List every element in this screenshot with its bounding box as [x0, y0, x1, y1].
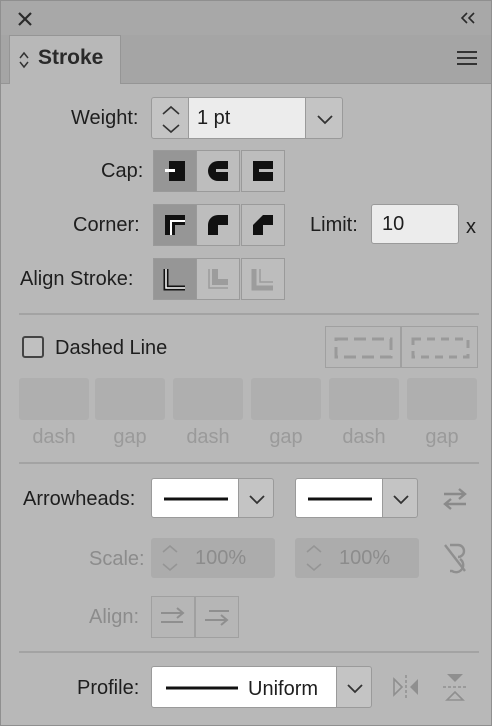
- unlink-scale-icon[interactable]: [441, 541, 469, 575]
- stepper-arrows-icon: [162, 105, 180, 134]
- dash-1-input[interactable]: [19, 378, 89, 420]
- divider: [19, 313, 479, 315]
- bevel-join-icon: [253, 215, 273, 235]
- arrow-extend-icon: [161, 607, 185, 623]
- limit-suffix: x: [466, 216, 476, 238]
- preserve-dash-icon: [334, 337, 393, 359]
- weight-input[interactable]: 1 pt: [188, 97, 306, 139]
- chevron-down-icon: [347, 684, 363, 694]
- projecting-cap-button[interactable]: [241, 150, 285, 192]
- limit-label: Limit:: [310, 214, 358, 236]
- preserve-dash-button[interactable]: [325, 326, 401, 368]
- bevel-join-button[interactable]: [241, 204, 285, 246]
- flip-across-icon[interactable]: [441, 671, 469, 703]
- projecting-cap-icon: [253, 161, 273, 181]
- round-join-icon: [208, 215, 228, 235]
- profile-select[interactable]: Uniform: [151, 666, 337, 708]
- start-arrowhead-dropdown[interactable]: [238, 478, 274, 518]
- dash-1-label: dash: [32, 426, 76, 448]
- limit-input[interactable]: 10: [371, 204, 459, 244]
- line-preview-icon: [164, 497, 228, 501]
- tab-stroke[interactable]: Stroke: [9, 35, 121, 84]
- align-stroke-outside-icon: [251, 269, 273, 291]
- chevron-down-icon: [249, 495, 265, 505]
- start-arrowhead-select[interactable]: [151, 478, 239, 518]
- panel-title-bar: [1, 1, 491, 35]
- weight-value: 1 pt: [197, 107, 231, 129]
- miter-join-button[interactable]: [153, 204, 197, 246]
- divider: [19, 651, 479, 653]
- close-icon[interactable]: [15, 9, 35, 29]
- arrow-place-icon: [205, 610, 229, 626]
- dash-2-label: dash: [186, 426, 230, 448]
- align-dash-button[interactable]: [401, 326, 478, 368]
- align-stroke-inside-icon: [208, 269, 228, 289]
- swap-arrowheads-icon[interactable]: [441, 486, 469, 512]
- expand-collapse-icon: [19, 51, 29, 69]
- gap-1-label: gap: [113, 426, 147, 448]
- scale-label: Scale:: [89, 548, 145, 570]
- butt-cap-icon: [165, 161, 185, 181]
- line-preview-icon: [308, 497, 372, 501]
- end-arrowhead-dropdown[interactable]: [382, 478, 418, 518]
- dash-2-input[interactable]: [173, 378, 243, 420]
- dashed-line-label: Dashed Line: [55, 337, 168, 359]
- divider: [19, 462, 479, 464]
- align-stroke-center-icon: [163, 269, 185, 291]
- butt-cap-button[interactable]: [153, 150, 197, 192]
- weight-label: Weight:: [71, 107, 139, 129]
- round-cap-button[interactable]: [196, 150, 240, 192]
- profile-dropdown[interactable]: [336, 666, 372, 708]
- corner-label: Corner:: [73, 214, 140, 236]
- align-label: Align:: [89, 606, 140, 628]
- chevron-down-icon: [317, 115, 333, 125]
- dashed-line-checkbox[interactable]: [22, 336, 44, 358]
- dash-3-label: dash: [342, 426, 386, 448]
- cap-label: Cap:: [101, 160, 144, 182]
- arrow-tip-beyond-button[interactable]: [151, 596, 195, 638]
- end-scale-stepper[interactable]: 100%: [295, 538, 419, 578]
- round-cap-icon: [208, 161, 228, 181]
- gap-2-label: gap: [269, 426, 303, 448]
- profile-value: Uniform: [248, 678, 319, 700]
- gap-3-label: gap: [425, 426, 459, 448]
- collapse-icon[interactable]: [459, 10, 479, 26]
- end-scale-value: 100%: [339, 547, 391, 569]
- line-preview-icon: [166, 686, 238, 690]
- start-scale-value: 100%: [195, 547, 247, 569]
- align-inside-button[interactable]: [196, 258, 240, 300]
- gap-1-input[interactable]: [95, 378, 165, 420]
- align-outside-button[interactable]: [241, 258, 285, 300]
- gap-3-input[interactable]: [407, 378, 477, 420]
- arrowheads-label: Arrowheads:: [23, 488, 136, 510]
- miter-join-icon: [165, 215, 185, 235]
- panel-menu-icon[interactable]: [455, 48, 479, 68]
- end-arrowhead-select[interactable]: [295, 478, 383, 518]
- tab-title: Stroke: [38, 46, 104, 69]
- stepper-arrows-icon: [162, 544, 178, 572]
- round-join-button[interactable]: [196, 204, 240, 246]
- align-dash-icon: [411, 337, 470, 359]
- gap-2-input[interactable]: [251, 378, 321, 420]
- start-scale-stepper[interactable]: 100%: [151, 538, 275, 578]
- align-center-button[interactable]: [153, 258, 197, 300]
- chevron-down-icon: [393, 495, 409, 505]
- stepper-arrows-icon: [306, 544, 322, 572]
- profile-label: Profile:: [77, 677, 140, 699]
- align-stroke-label: Align Stroke:: [20, 268, 134, 290]
- stroke-panel: Stroke Weight: 1 pt Cap: Corner: Limit: …: [0, 0, 492, 726]
- arrow-tip-end-button[interactable]: [195, 596, 239, 638]
- weight-dropdown-button[interactable]: [305, 97, 343, 139]
- dash-3-input[interactable]: [329, 378, 399, 420]
- flip-along-icon[interactable]: [391, 673, 421, 701]
- limit-value: 10: [382, 213, 405, 235]
- weight-stepper[interactable]: [151, 97, 189, 139]
